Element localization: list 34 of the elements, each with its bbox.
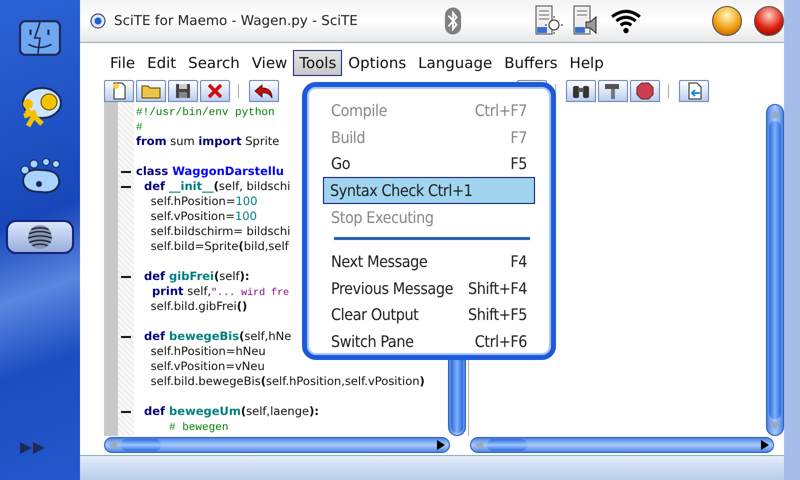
shortcut-label: F4 [510, 252, 527, 271]
code-line: def __init__(self, bildschi [143, 179, 290, 193]
shortcut-label: F7 [510, 128, 527, 147]
menu-item-label: Clear Output [331, 305, 418, 324]
code-line: self.bild.gibFrei() [150, 299, 248, 313]
code-line: class WaggonDarstellu [136, 164, 284, 178]
code-line: def bewegeUm(self,laenge): [143, 404, 319, 418]
menu-item-label: Switch Pane [331, 332, 414, 352]
code-line: self.bild=Sprite(bild,self [150, 239, 289, 253]
code-line: self.hPosition=100 [150, 194, 258, 208]
code-line: self.hPosition=hNeu [150, 344, 266, 358]
menu-item-label: Go [331, 154, 350, 174]
menu-item-label: Previous Message [331, 278, 454, 298]
code-line: def bewegeBis(self,hNe [143, 329, 292, 343]
menu-item-label: Stop Executing [331, 208, 434, 228]
shortcut-label: F5 [510, 154, 527, 174]
code-line: # [136, 121, 143, 133]
code-line: self.vPosition=vNeu [150, 359, 265, 373]
shortcut-label: Shift+F4 [468, 278, 527, 298]
window-title: SciTE for Maemo - Wagen.py - SciTE [114, 13, 359, 29]
code-line: self.bild.bewegeBis(self.hPosition,self.vPosition) [150, 374, 425, 388]
code-line: self.bildschirm= bildschi [150, 224, 290, 238]
menu-item-label: Compile [331, 100, 388, 120]
code-line: # bewegen [168, 421, 228, 433]
shortcut-label: Ctrl+F7 [474, 100, 527, 120]
code-line: self.vPosition=100 [150, 209, 257, 223]
menu-item-label: Syntax Check Ctrl+1 [330, 181, 472, 200]
shortcut-label: Ctrl+F6 [474, 332, 527, 352]
shortcut-label: Shift+F5 [468, 305, 527, 324]
code-line: def gibFrei(self): [143, 269, 250, 283]
menu-item-label: Build [331, 128, 366, 147]
code-line: #!/usr/bin/env python [136, 106, 275, 118]
code-line: from sum import Sprite [136, 134, 280, 148]
menu-item-label: Next Message [331, 252, 428, 271]
